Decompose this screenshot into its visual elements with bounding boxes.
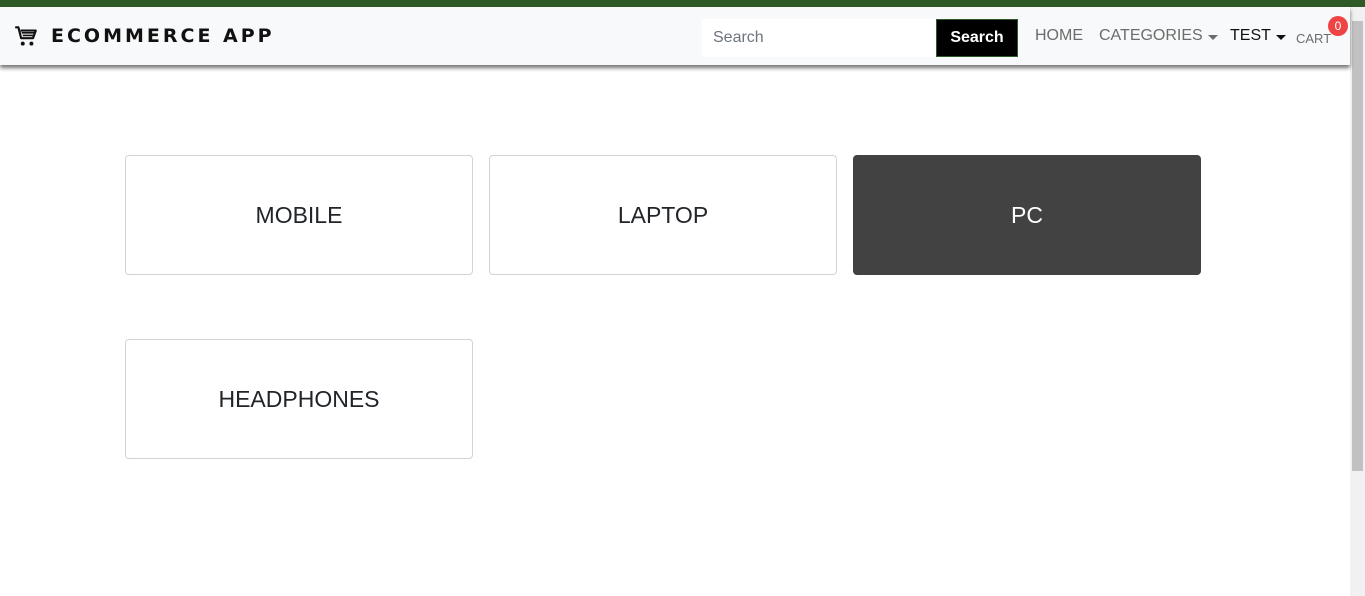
category-card-laptop[interactable]: LAPTOP (489, 155, 837, 275)
caret-down-icon (1207, 34, 1218, 40)
caret-down-icon (1275, 34, 1286, 40)
navbar: ECOMMERCE APP Search HOME CATEGORIES TES… (0, 7, 1350, 65)
nav-home-link[interactable]: HOME (1035, 7, 1083, 65)
nav-user-label: TEST (1230, 27, 1271, 44)
shopping-cart-icon (15, 26, 37, 46)
nav-user-dropdown[interactable]: TEST (1230, 7, 1286, 65)
brand-link[interactable]: ECOMMERCE APP (13, 7, 275, 65)
search-input[interactable] (702, 19, 936, 57)
search-button[interactable]: Search (936, 19, 1018, 57)
top-accent-stripe (0, 0, 1365, 7)
search-form: Search (702, 19, 1018, 57)
nav-categories-label: CATEGORIES (1099, 27, 1203, 44)
brand-title: ECOMMERCE APP (51, 25, 275, 47)
category-card-mobile[interactable]: MOBILE (125, 155, 473, 275)
category-card-pc[interactable]: PC (853, 155, 1201, 275)
category-card-headphones[interactable]: HEADPHONES (125, 339, 473, 459)
nav-categories-dropdown[interactable]: CATEGORIES (1099, 7, 1218, 65)
cart-count-badge: 0 (1328, 16, 1348, 36)
nav-cart-link[interactable]: CART (1296, 9, 1331, 67)
scrollbar-thumb[interactable] (1352, 21, 1363, 471)
vertical-scrollbar[interactable] (1350, 7, 1365, 596)
